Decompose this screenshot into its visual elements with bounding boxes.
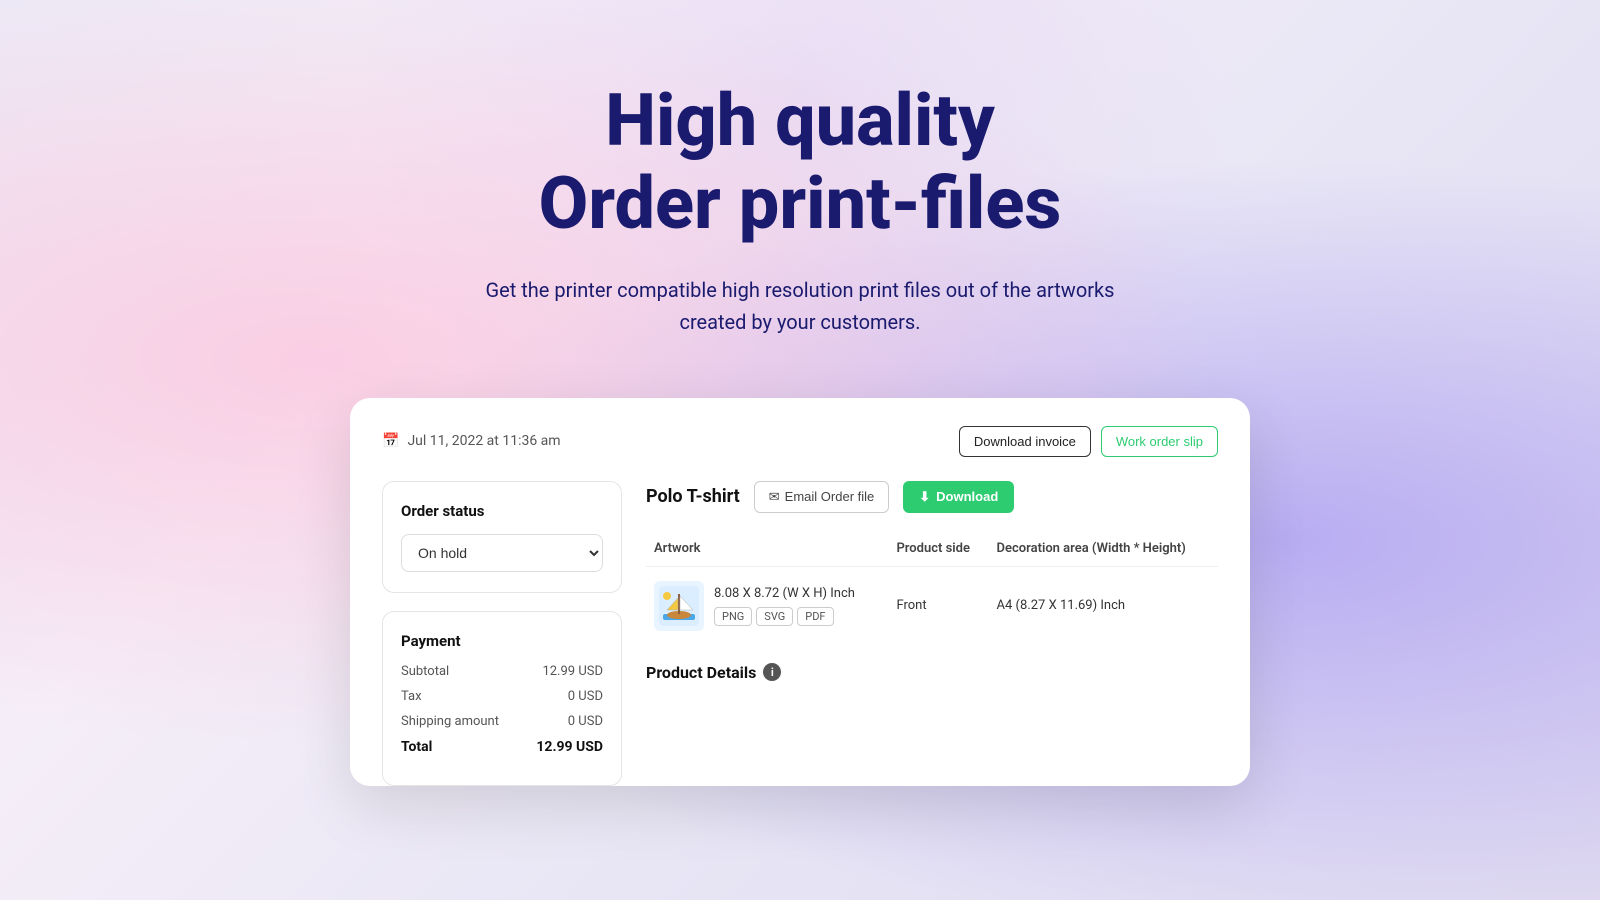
product-details-label: Product Details bbox=[646, 663, 756, 682]
work-order-slip-button[interactable]: Work order slip bbox=[1101, 426, 1218, 457]
product-details-section: Product Details i bbox=[646, 663, 1218, 682]
subtotal-value: 12.99 USD bbox=[542, 664, 603, 679]
info-icon: i bbox=[763, 663, 781, 681]
hero-section: High quality Order print-files Get the p… bbox=[0, 0, 1600, 378]
hero-title: High quality Order print-files bbox=[0, 80, 1600, 246]
artwork-cell: 8.08 X 8.72 (W X H) Inch PNG SVG PDF bbox=[646, 566, 888, 645]
hero-subtitle: Get the printer compatible high resoluti… bbox=[480, 274, 1120, 338]
order-status-box: Order status On hold bbox=[382, 481, 622, 593]
total-row: Total 12.99 USD bbox=[401, 739, 603, 755]
ui-card-wrapper: 📅 Jul 11, 2022 at 11:36 am Download invo… bbox=[0, 398, 1600, 786]
artwork-thumbnail bbox=[654, 581, 704, 631]
card-header-actions: Download invoice Work order slip bbox=[959, 426, 1218, 457]
download-invoice-button[interactable]: Download invoice bbox=[959, 426, 1091, 457]
sailboat-icon bbox=[659, 586, 699, 626]
tax-value: 0 USD bbox=[568, 689, 603, 704]
subtotal-label: Subtotal bbox=[401, 664, 449, 679]
right-column: Polo T-shirt ✉ Email Order file ⬇ Downlo… bbox=[646, 481, 1218, 786]
payment-box: Payment Subtotal 12.99 USD Tax 0 USD Shi… bbox=[382, 611, 622, 786]
email-order-file-button[interactable]: ✉ Email Order file bbox=[754, 481, 889, 513]
shipping-label: Shipping amount bbox=[401, 714, 499, 729]
product-header: Polo T-shirt ✉ Email Order file ⬇ Downlo… bbox=[646, 481, 1218, 513]
download-icon: ⬇ bbox=[919, 489, 930, 505]
product-side-cell: Front bbox=[888, 566, 988, 645]
product-table: Artwork Product side Decoration area (Wi… bbox=[646, 531, 1218, 645]
download-button[interactable]: ⬇ Download bbox=[903, 481, 1014, 513]
decoration-area-cell: A4 (8.27 X 11.69) Inch bbox=[989, 566, 1218, 645]
format-png[interactable]: PNG bbox=[714, 607, 752, 626]
left-column: Order status On hold Payment Subtotal 12… bbox=[382, 481, 622, 786]
card-date: 📅 Jul 11, 2022 at 11:36 am bbox=[382, 433, 561, 449]
order-status-select[interactable]: On hold bbox=[401, 534, 603, 572]
card-body: Order status On hold Payment Subtotal 12… bbox=[382, 481, 1218, 786]
format-pdf[interactable]: PDF bbox=[797, 607, 833, 626]
product-name: Polo T-shirt bbox=[646, 486, 740, 507]
table-row: 8.08 X 8.72 (W X H) Inch PNG SVG PDF bbox=[646, 566, 1218, 645]
format-svg[interactable]: SVG bbox=[756, 607, 793, 626]
col-artwork: Artwork bbox=[646, 531, 888, 567]
card-header: 📅 Jul 11, 2022 at 11:36 am Download invo… bbox=[382, 426, 1218, 457]
date-text: Jul 11, 2022 at 11:36 am bbox=[407, 433, 560, 449]
ui-card: 📅 Jul 11, 2022 at 11:36 am Download invo… bbox=[350, 398, 1250, 786]
order-status-label: Order status bbox=[401, 502, 603, 520]
total-label: Total bbox=[401, 739, 432, 755]
calendar-icon: 📅 bbox=[382, 433, 399, 449]
col-product-side: Product side bbox=[888, 531, 988, 567]
artwork-info: 8.08 X 8.72 (W X H) Inch PNG SVG PDF bbox=[714, 586, 855, 626]
tax-label: Tax bbox=[401, 689, 422, 704]
shipping-value: 0 USD bbox=[568, 714, 603, 729]
format-badges: PNG SVG PDF bbox=[714, 607, 855, 626]
artwork-size: 8.08 X 8.72 (W X H) Inch bbox=[714, 586, 855, 601]
email-icon: ✉ bbox=[769, 489, 780, 505]
table-header-row: Artwork Product side Decoration area (Wi… bbox=[646, 531, 1218, 567]
subtotal-row: Subtotal 12.99 USD bbox=[401, 664, 603, 679]
payment-label: Payment bbox=[401, 632, 603, 650]
col-decoration-area: Decoration area (Width * Height) bbox=[989, 531, 1218, 567]
total-value: 12.99 USD bbox=[536, 739, 603, 755]
tax-row: Tax 0 USD bbox=[401, 689, 603, 704]
shipping-row: Shipping amount 0 USD bbox=[401, 714, 603, 729]
